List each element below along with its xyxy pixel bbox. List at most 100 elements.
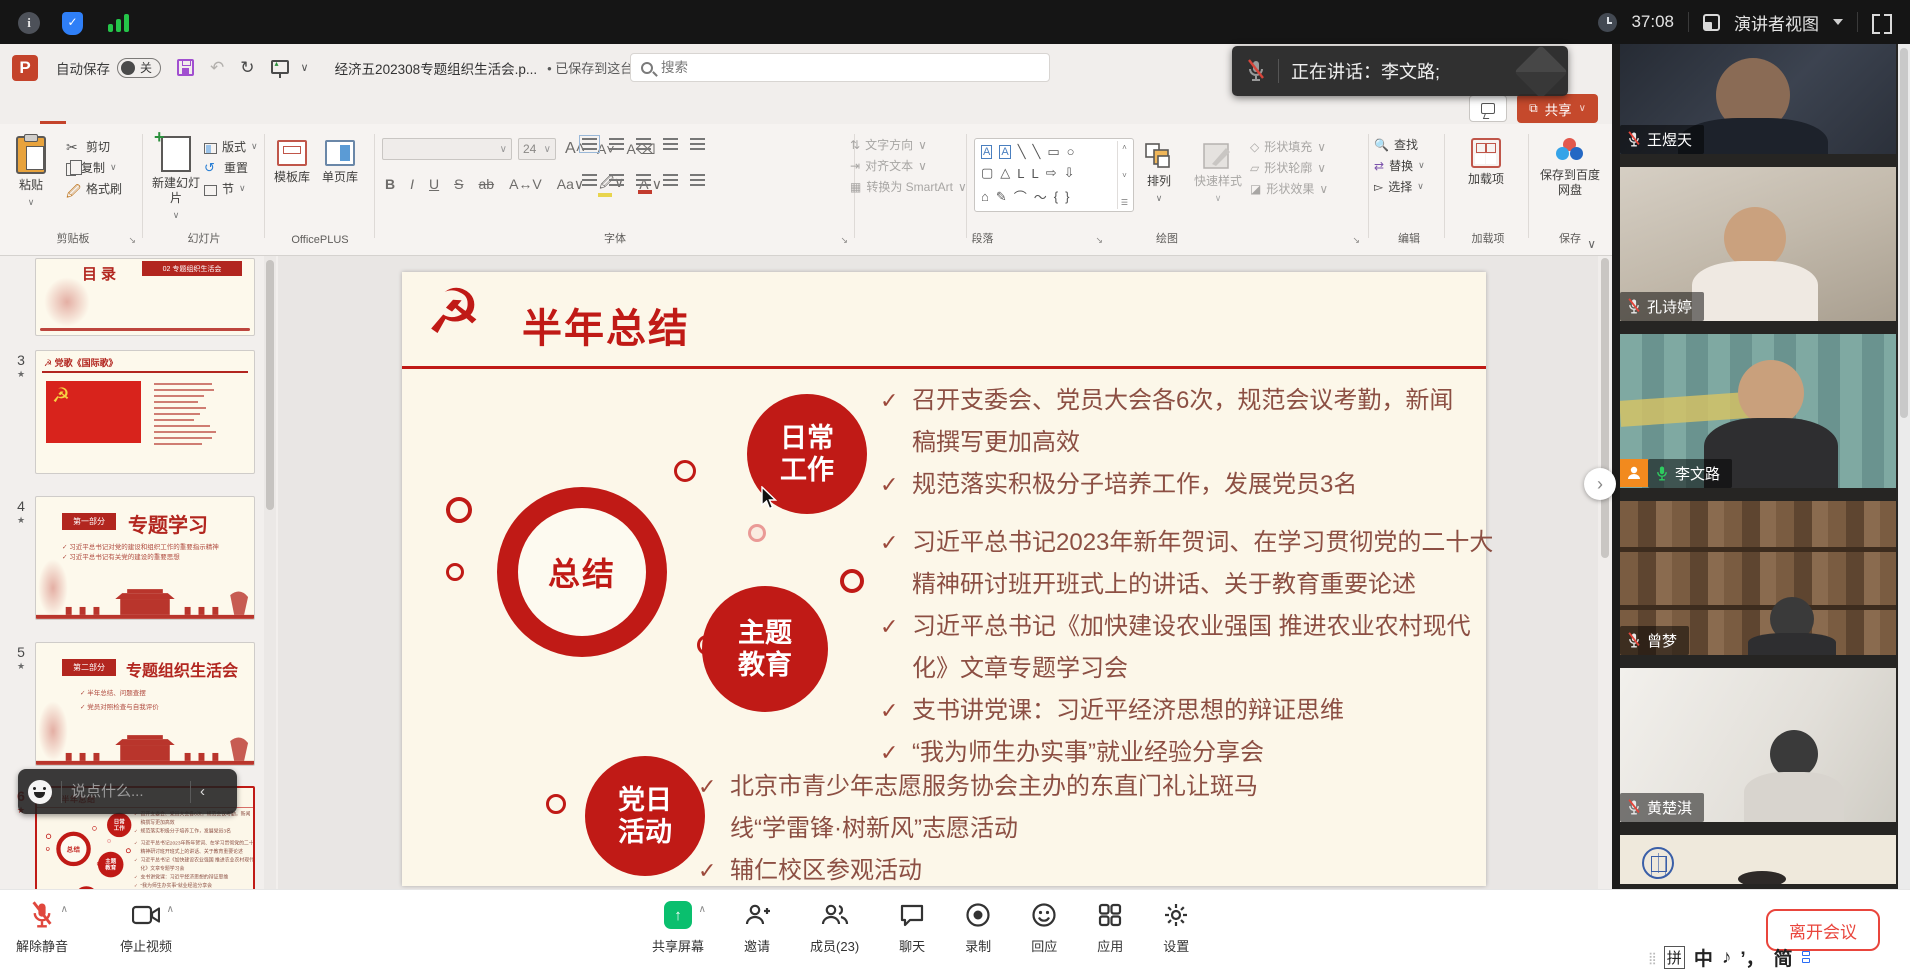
strikethrough-button[interactable]: S [451,176,466,192]
thumbnail-scrollbar[interactable] [264,256,276,933]
dialog-launcher-icon[interactable]: ↘ [840,235,848,246]
smartart-button[interactable]: ▦ 转换为 SmartArt ∨ [850,178,967,195]
reset-button[interactable]: 重置 [204,159,258,176]
ribbon-tab[interactable] [300,110,326,124]
text-direction-button[interactable]: ⇅ 文字方向 ∨ [850,136,967,153]
text-shadow-button[interactable]: ab [475,176,497,192]
chat-input[interactable] [71,783,181,800]
ribbon-tab[interactable] [14,110,40,124]
align-left-icon[interactable] [582,174,597,186]
toolbar-button[interactable]: 邀请 [744,900,770,955]
align-text-button[interactable]: ⇥ 对齐文本 ∨ [850,157,967,174]
italic-button[interactable]: I [407,176,417,192]
ime-punct-icon[interactable]: ’， [1740,944,1764,969]
ime-toolbox-icon[interactable] [1802,951,1812,965]
collapse-chat-icon[interactable]: ‹ [200,783,205,800]
increase-indent-icon[interactable] [663,138,678,150]
ribbon-tab[interactable] [92,110,118,124]
bold-button[interactable]: B [382,176,398,192]
toolbar-button[interactable]: 成员(23) [810,900,859,955]
addins-button[interactable]: 加载项 [1468,138,1504,187]
align-right-icon[interactable] [636,174,651,186]
ribbon-tab[interactable] [118,110,144,124]
cut-button[interactable]: 剪切 [66,138,122,155]
slide-scrollbar[interactable] [1598,256,1612,896]
share-button[interactable]: ⧉ 共享 ∨ [1517,94,1598,123]
format-painter-button[interactable]: 格式刷 [66,180,122,197]
ribbon-tab[interactable] [40,110,66,124]
stop-video-button[interactable]: ∧ 停止视频 [120,900,172,955]
toolbar-button[interactable]: 回应 [1031,900,1057,955]
columns-icon[interactable] [690,174,705,186]
quick-styles-button[interactable]: 快速样式∨ [1194,142,1242,204]
participant-video[interactable]: 黄楚淇 [1620,668,1896,822]
unmute-button[interactable]: ∧ 解除静音 [16,900,68,955]
font-name-select[interactable]: ∨ [382,138,512,160]
justify-icon[interactable] [663,174,678,186]
ime-drag-handle[interactable]: ⣿ [1648,951,1655,965]
layout-button[interactable]: 版式 ∨ [204,138,258,155]
font-size-select[interactable]: 24∨ [518,138,556,160]
network-signal-icon[interactable] [108,14,129,32]
select-button[interactable]: ▻ 选择 ∨ [1374,178,1444,195]
decrease-indent-icon[interactable] [636,138,651,150]
toolbar-button[interactable]: 设置 [1163,900,1189,955]
copy-button[interactable]: 复制 ∨ [66,159,122,176]
ribbon-tab[interactable] [352,110,378,124]
fullscreen-icon[interactable] [1872,12,1892,32]
redo-icon[interactable]: ↻ [240,58,254,78]
save-to-baidu-button[interactable]: 保存到百度网盘 [1538,138,1602,198]
slide-canvas[interactable]: ☭ 半年总结 总结 日常工作 主题教育 党日活动 ✓召开支委会、党员大会各6次，… [402,272,1486,886]
collapse-ribbon-icon[interactable]: ∨ [1587,237,1596,251]
new-slide-button[interactable]: 新建幻灯片∨ [150,136,202,221]
ribbon-tab[interactable] [222,110,248,124]
sidebar-expand-handle[interactable]: › [1584,468,1616,500]
gallery-scroll[interactable]: ˄˅☰ [1117,141,1131,209]
section-button[interactable]: 节 ∨ [204,180,258,197]
toolbar-button[interactable]: ↑∧ 共享屏幕 [652,900,704,955]
emoji-icon[interactable] [28,780,52,804]
ime-sound-icon[interactable]: ♪ [1722,947,1732,969]
toolbar-button[interactable]: 应用 [1097,900,1123,955]
participant-video[interactable]: 孔诗婷 [1620,167,1896,321]
find-button[interactable]: 🔍查找 [1374,136,1444,153]
template-library-button[interactable]: 模板库 [274,140,310,185]
replace-button[interactable]: ⇄替换 ∨ [1374,157,1444,174]
ribbon-tab[interactable] [326,110,352,124]
underline-button[interactable]: U [426,176,442,192]
ribbon-tab[interactable] [170,110,196,124]
ime-simplified-icon[interactable]: 简 [1774,944,1793,969]
save-icon[interactable] [177,59,194,76]
shape-gallery[interactable]: AA╲╲▭○ ▢△LL⇨⇩ ⌂✎⌒〜{} ˄˅☰ [974,138,1134,212]
char-spacing-button[interactable]: A↔V [506,176,545,192]
align-center-icon[interactable] [609,174,624,186]
slideshow-icon[interactable] [271,60,289,74]
ribbon-tab[interactable] [248,110,274,124]
toolbar-button[interactable]: 聊天 [899,900,925,955]
thumbnail-slide-5[interactable]: 第二部分 专题组织生活会 ✓ 半年总结、问题查摆 ✓ 党员对照检查与自我评价 [35,642,255,766]
thumbnail-slide-4[interactable]: 第一部分 专题学习 ✓ 习近平总书记对党的建设和组织工作的重要指示精神 ✓ 习近… [35,496,255,620]
share-options-chevron-icon[interactable]: ∧ [699,904,706,915]
view-mode-label[interactable]: 演讲者视图 [1734,10,1819,35]
ribbon-tab[interactable] [196,110,222,124]
thumbnail-slide-3[interactable]: ☭ 党歌《国际歌》 ☭ [35,350,255,474]
powerpoint-logo-icon[interactable]: P [12,55,38,81]
toolbar-button[interactable]: 录制 [965,900,991,955]
participant-video[interactable] [1620,835,1896,884]
search-input[interactable] [661,60,961,75]
ime-pinyin-icon[interactable]: 拼 [1664,946,1685,969]
sidebar-scrollbar[interactable] [1898,44,1910,889]
arrange-button[interactable]: 排列∨ [1144,142,1174,204]
meeting-info-icon[interactable]: i [18,12,40,34]
ribbon-tab[interactable] [66,110,92,124]
ime-chinese-icon[interactable]: 中 [1694,944,1713,969]
participant-video[interactable]: 王煜天 [1620,44,1896,154]
line-spacing-icon[interactable] [690,138,705,150]
paste-button[interactable]: 粘贴∨ [16,136,46,208]
undo-icon[interactable]: ↶ [210,58,224,78]
security-shield-icon[interactable]: ✓ [62,12,83,35]
qat-customize-chevron-icon[interactable]: ∨ [301,61,309,74]
bullet-list-icon[interactable] [582,138,597,150]
participant-video[interactable]: 李文路 [1620,334,1896,488]
numbered-list-icon[interactable] [609,138,624,150]
